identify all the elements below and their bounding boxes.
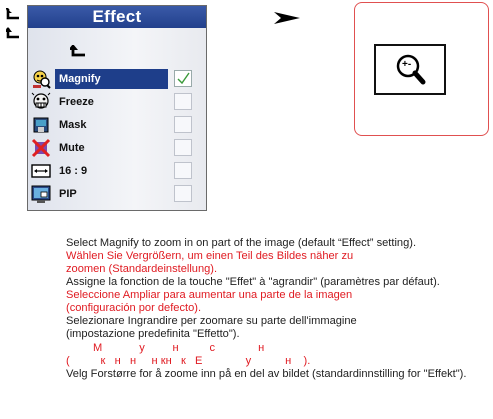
checkbox-checked[interactable]	[174, 70, 192, 87]
back-arrow-icon[interactable]	[6, 8, 20, 20]
checkbox[interactable]	[174, 93, 192, 110]
pip-icon	[31, 185, 51, 203]
instruction-it-1: Selezionare Ingrandire per zoomare su pa…	[66, 315, 357, 327]
menu-item-freeze[interactable]: Freeze	[28, 91, 206, 113]
checkmark-icon	[177, 72, 190, 85]
menu-item-label: Freeze	[59, 96, 94, 108]
menu-item-pip[interactable]: PIP	[28, 183, 206, 205]
instruction-no: Velg Forstørre for å zoome inn på en del…	[66, 368, 467, 380]
checkbox[interactable]	[174, 185, 192, 202]
back-arrow-icon[interactable]	[6, 27, 20, 39]
zoom-symbol: +-	[402, 59, 412, 70]
instruction-fr: Assigne la fonction de la touche "Effet"…	[66, 276, 440, 288]
menu-item-mute[interactable]: Mute	[28, 137, 206, 159]
instruction-de-1: Wählen Sie Vergrößern, um einen Teil des…	[66, 250, 354, 262]
menu-item-mask[interactable]: Mask	[28, 114, 206, 136]
mask-icon	[33, 117, 49, 133]
menu-title: Effect	[28, 6, 206, 28]
mute-icon	[31, 138, 51, 158]
menu-back-arrow-icon[interactable]	[70, 45, 86, 57]
menu-item-magnify[interactable]: Magnify	[28, 68, 206, 90]
instruction-es-2: (configuración por defecto).	[66, 302, 202, 314]
menu-item-aspect-ratio[interactable]: 16 : 9	[28, 160, 206, 182]
menu-item-label: Mask	[59, 119, 87, 131]
freeze-icon	[31, 92, 51, 109]
checkbox[interactable]	[174, 139, 192, 156]
menu-body: Magnify Freeze Mask Mute 16: 9 PIP	[28, 28, 206, 210]
menu-item-label: Magnify	[59, 73, 101, 85]
zoom-preview: +-	[354, 2, 489, 136]
menu-item-label: Mute	[59, 142, 85, 154]
instruction-ru-1: М у н с н	[93, 342, 265, 354]
zoom-frame: +-	[374, 44, 446, 95]
instruction-es-1: Seleccione Ampliar para aumentar una par…	[66, 289, 353, 301]
effect-menu: Effect Magnify Freeze Mask Mute 16: 9 P…	[27, 5, 207, 211]
aspect-ratio-icon	[31, 164, 51, 178]
menu-item-label: PIP	[59, 188, 77, 200]
instruction-de-2: zoomen (Standardeinstellung).	[66, 263, 218, 275]
magnify-icon	[33, 70, 51, 89]
instruction-ru-2: ( к н н н кн к Е у н ).	[66, 355, 311, 367]
checkbox[interactable]	[174, 116, 192, 133]
menu-item-label: 16 : 9	[59, 165, 88, 177]
checkbox[interactable]	[174, 162, 192, 179]
instruction-en: Select Magnify to zoom in on part of the…	[66, 237, 417, 249]
arrow-right-icon	[274, 12, 300, 24]
instruction-it-2: (impostazione predefinita "Effetto").	[66, 328, 240, 340]
